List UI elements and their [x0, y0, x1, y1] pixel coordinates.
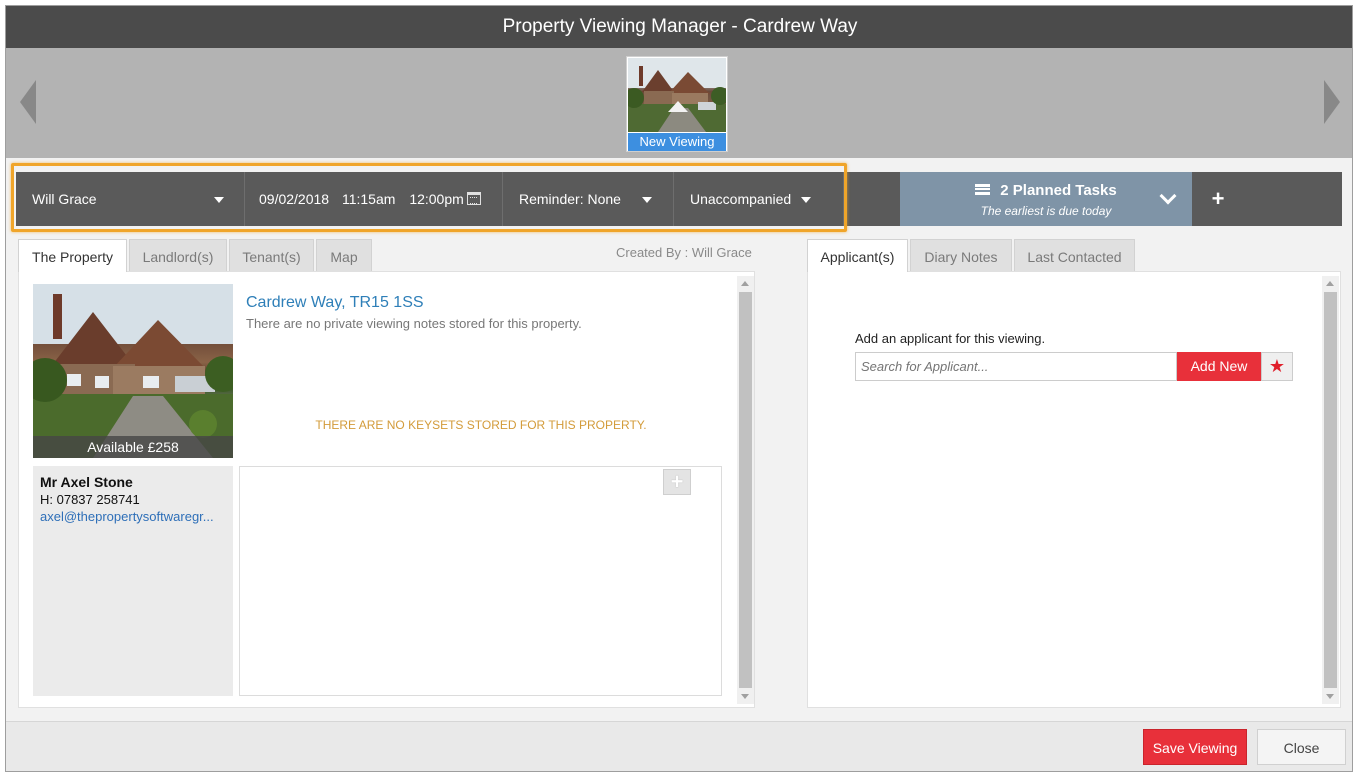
- reminder-value: Reminder: None: [519, 191, 621, 207]
- contact-email-link[interactable]: axel@thepropertysoftwaregr...: [40, 509, 226, 524]
- applicants-panel: Add an applicant for this viewing. Add N…: [807, 271, 1341, 708]
- planned-tasks-count: 2 Planned Tasks: [1000, 182, 1117, 199]
- viewing-detail-tabs: Applicant(s) Diary Notes Last Contacted: [807, 239, 1207, 272]
- arrow-left-icon[interactable]: [20, 80, 36, 124]
- property-address-link[interactable]: Cardrew Way, TR15 1SS: [246, 294, 424, 312]
- scroll-up-icon[interactable]: [741, 281, 749, 286]
- thumbnail-pointer: [668, 101, 688, 112]
- dialog-footer: Save Viewing Close: [6, 721, 1352, 771]
- negotiator-value: Will Grace: [32, 191, 97, 207]
- chevron-down-icon: [642, 197, 652, 203]
- property-notes: There are no private viewing notes store…: [246, 316, 582, 331]
- created-by: Created By : Will Grace: [616, 245, 752, 260]
- tab-the-property[interactable]: The Property: [18, 239, 127, 272]
- viewing-manager-dialog: Property Viewing Manager - Cardrew Way N…: [5, 5, 1353, 772]
- reminder-dropdown[interactable]: Reminder: None: [503, 172, 674, 226]
- close-button[interactable]: Close: [1257, 729, 1346, 765]
- accompaniment-value: Unaccompanied: [690, 191, 792, 207]
- contact-card: Mr Axel Stone H: 07837 258741 axel@thepr…: [33, 466, 233, 696]
- house-illustration: [33, 284, 233, 458]
- property-tabs: The Property Landlord(s) Tenant(s) Map: [18, 239, 618, 272]
- applicants-scrollbar[interactable]: [1322, 276, 1339, 704]
- keysets-box: +: [239, 466, 722, 696]
- calendar-icon[interactable]: [467, 192, 481, 205]
- tab-last-contacted[interactable]: Last Contacted: [1014, 239, 1135, 271]
- planned-tasks-subtitle: The earliest is due today: [980, 204, 1112, 218]
- chevron-down-icon: [801, 197, 811, 203]
- arrow-right-icon[interactable]: [1324, 80, 1340, 124]
- add-applicant-prompt: Add an applicant for this viewing.: [855, 331, 1046, 346]
- scroll-down-icon[interactable]: [1326, 694, 1334, 699]
- scrollbar-thumb[interactable]: [739, 292, 752, 688]
- scroll-down-icon[interactable]: [741, 694, 749, 699]
- contact-phone: H: 07837 258741: [40, 492, 140, 507]
- tab-tenants[interactable]: Tenant(s): [229, 239, 314, 271]
- planned-tasks-title: 2 Planned Tasks: [900, 182, 1192, 199]
- availability-label: Available £258: [33, 436, 233, 458]
- house-illustration: [628, 58, 726, 132]
- tab-applicants[interactable]: Applicant(s): [807, 239, 908, 272]
- list-icon: [975, 184, 991, 195]
- contact-name: Mr Axel Stone: [40, 474, 133, 490]
- applicant-search-input[interactable]: [855, 352, 1177, 381]
- add-task-button[interactable]: +: [1194, 172, 1242, 226]
- add-keyset-button[interactable]: +: [663, 469, 691, 495]
- plus-icon: +: [670, 469, 684, 494]
- chevron-down-icon: [214, 197, 224, 203]
- negotiator-dropdown[interactable]: Will Grace: [16, 172, 245, 226]
- save-viewing-button[interactable]: Save Viewing: [1143, 729, 1247, 765]
- keysets-message: THERE ARE NO KEYSETS STORED FOR THIS PRO…: [315, 418, 647, 432]
- add-new-applicant-button[interactable]: Add New: [1177, 352, 1261, 381]
- plus-icon: +: [1211, 186, 1225, 211]
- property-scrollbar[interactable]: [737, 276, 754, 704]
- viewing-thumbnail-label: New Viewing: [628, 133, 726, 151]
- property-panel: Available £258 Cardrew Way, TR15 1SS The…: [18, 271, 755, 708]
- viewing-date: 09/02/2018: [259, 191, 330, 207]
- accompaniment-dropdown[interactable]: Unaccompanied: [674, 172, 844, 226]
- date-time-picker[interactable]: 09/02/2018 11:15am 12:00pm: [245, 172, 503, 226]
- scroll-up-icon[interactable]: [1326, 281, 1334, 286]
- star-icon: ★: [1268, 356, 1286, 376]
- property-photo: [33, 284, 233, 458]
- planned-tasks-panel[interactable]: 2 Planned Tasks The earliest is due toda…: [900, 172, 1192, 226]
- tab-map[interactable]: Map: [316, 239, 372, 271]
- tab-diary-notes[interactable]: Diary Notes: [910, 239, 1012, 271]
- scrollbar-thumb[interactable]: [1324, 292, 1337, 688]
- dialog-title: Property Viewing Manager - Cardrew Way: [6, 6, 1352, 48]
- tab-landlords[interactable]: Landlord(s): [129, 239, 227, 271]
- property-thumbnail-image: [628, 58, 726, 132]
- favourite-applicant-button[interactable]: ★: [1261, 352, 1293, 381]
- viewing-start-time: 11:15am: [341, 191, 396, 207]
- viewing-end-time: 12:00pm: [409, 191, 464, 207]
